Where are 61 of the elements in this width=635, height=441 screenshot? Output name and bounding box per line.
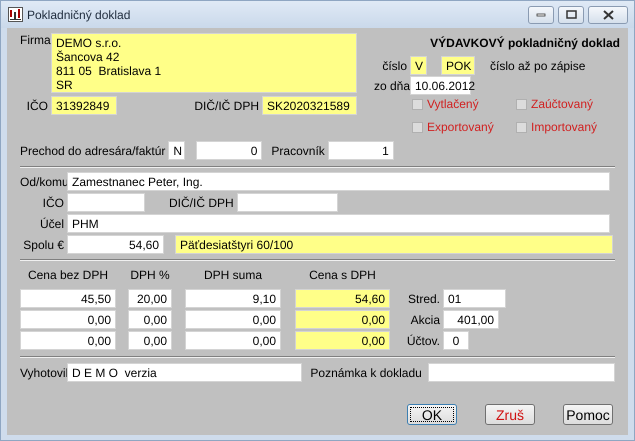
minimize-button[interactable]: [528, 6, 554, 24]
code-field[interactable]: POK: [441, 56, 475, 75]
purpose-field[interactable]: PHM: [67, 214, 610, 233]
column-header: Cena bez DPH: [26, 268, 110, 282]
note-field[interactable]: [428, 363, 615, 382]
maximize-button[interactable]: [558, 6, 584, 24]
field-label: DIČ/IČ DPH: [194, 98, 259, 112]
close-icon: [602, 10, 614, 20]
author-field[interactable]: D E M O verzia: [67, 363, 302, 382]
amount-field[interactable]: 0,00: [295, 310, 390, 329]
transfer-number-field[interactable]: 0: [196, 141, 262, 160]
number-note: číslo až po zápise: [490, 58, 586, 72]
column-header: DPH %: [129, 268, 171, 282]
amount-field[interactable]: 0,00: [128, 310, 172, 329]
dialog-button[interactable]: OK: [407, 404, 457, 425]
transfer-flag-field[interactable]: N: [168, 141, 186, 160]
field-label: číslo: [381, 58, 407, 72]
field-label: Poznámka k dokladu: [310, 366, 422, 380]
field-label: Prechod do adresára/faktúr: [20, 144, 166, 158]
ico-field[interactable]: 31392849: [51, 96, 117, 115]
amount-field[interactable]: 0,00: [20, 310, 116, 329]
side-field[interactable]: 0: [443, 331, 469, 350]
window-title: Pokladničný doklad: [27, 8, 132, 22]
column-header: DPH suma: [202, 268, 263, 282]
partner-ico-field[interactable]: [67, 193, 145, 212]
amount-field[interactable]: 9,10: [185, 289, 281, 308]
amount-field[interactable]: 0,00: [185, 310, 281, 329]
series-field[interactable]: V: [410, 56, 427, 75]
amount-field[interactable]: 20,00: [128, 289, 172, 308]
worker-field[interactable]: 1: [328, 141, 394, 160]
field-label: Stred.: [406, 292, 440, 306]
field-label: Účtov.: [406, 334, 440, 348]
amount-field[interactable]: 0,00: [295, 331, 390, 350]
field-label: Akcia: [410, 312, 440, 326]
maximize-icon: [566, 10, 576, 19]
total-field[interactable]: 54,60: [67, 235, 164, 254]
amount-field[interactable]: 0,00: [185, 331, 281, 350]
dialog-button[interactable]: Pomoc: [563, 404, 613, 425]
column-header: Cena s DPH: [308, 268, 377, 282]
field-label: Spolu €: [22, 238, 64, 252]
amount-field[interactable]: 0,00: [20, 331, 116, 350]
close-button[interactable]: [588, 6, 628, 24]
minimize-icon: [536, 12, 546, 16]
side-field[interactable]: 401,00: [443, 310, 499, 329]
amount-field[interactable]: 54,60: [295, 289, 390, 308]
side-field[interactable]: 01: [443, 289, 506, 308]
dialog-button[interactable]: Zruš: [485, 404, 535, 425]
dic-field[interactable]: SK2020321589: [262, 96, 357, 115]
field-label: IČO: [26, 98, 48, 112]
app-icon: [8, 7, 23, 22]
total-words-field[interactable]: Päťdesiatštyri 60/100: [175, 235, 613, 254]
partner-dic-field[interactable]: [236, 193, 338, 212]
document-title: VÝDAVKOVÝ pokladničný doklad: [429, 36, 620, 50]
field-label: Pracovník: [271, 144, 325, 158]
field-label: Účel: [38, 216, 64, 230]
amount-field[interactable]: 45,50: [20, 289, 116, 308]
field-label: DIČ/IČ DPH: [169, 196, 234, 210]
company-address-field[interactable]: DEMO s.r.o. Šancova 42 811 05 Bratislava 1 SR: [51, 33, 357, 93]
amount-field[interactable]: 0,00: [128, 331, 172, 350]
field-label: IČO: [42, 196, 64, 210]
partner-name-field[interactable]: Zamestnanec Peter, Ing.: [67, 172, 610, 191]
